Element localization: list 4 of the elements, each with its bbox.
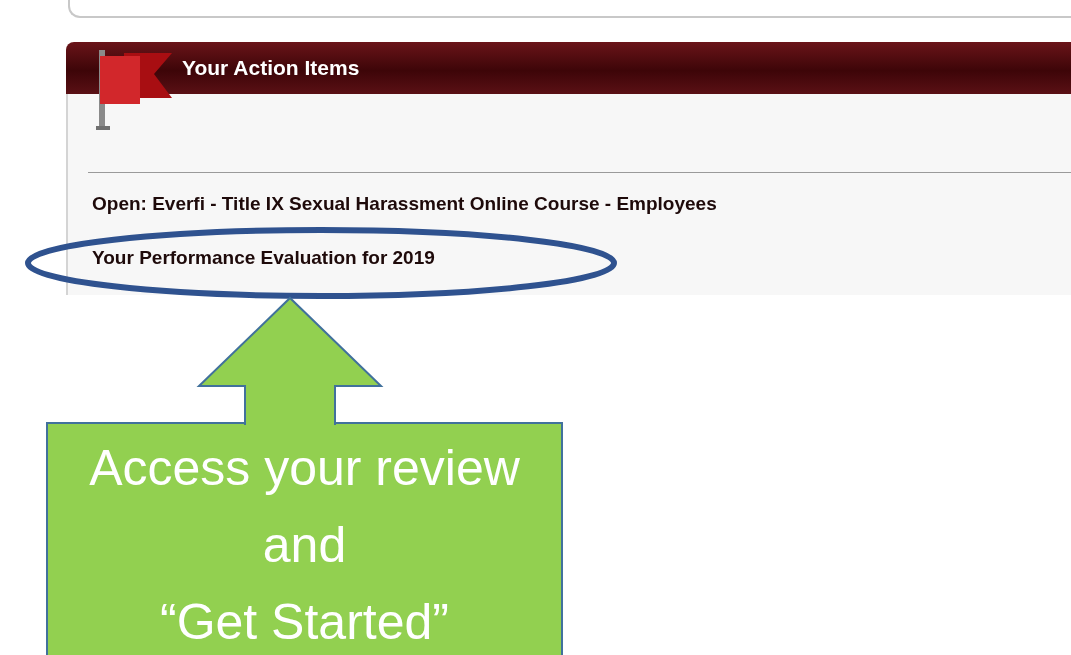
callout-text: Access your review and “Get Started” [89,439,520,652]
action-item-link[interactable]: Your Performance Evaluation for 2019 [92,246,435,269]
panel-title: Your Action Items [182,55,360,82]
action-item-link[interactable]: Open: Everfi - Title IX Sexual Harassment Online Course - Employees [92,192,717,215]
